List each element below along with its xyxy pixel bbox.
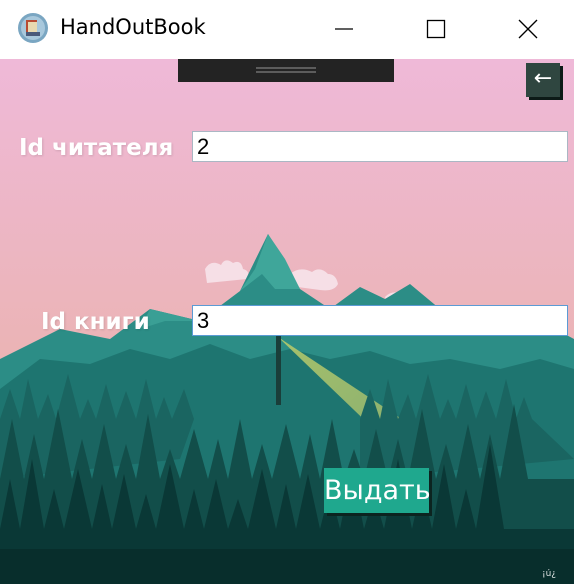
book-stack-icon [17, 12, 49, 44]
minimize-icon [335, 28, 353, 30]
close-icon [518, 19, 538, 39]
book-id-label: Id книги [41, 309, 150, 335]
reader-id-label: Id читателя [19, 135, 174, 161]
back-button[interactable]: ← [526, 63, 560, 97]
background-watermark: ¡ú¿ [542, 569, 557, 579]
back-arrow-icon: ← [533, 66, 553, 91]
title-bar[interactable]: HandOutBook [0, 0, 574, 59]
grip-line [256, 71, 316, 73]
minimize-button[interactable] [298, 0, 390, 59]
window-title: HandOutBook [60, 15, 206, 39]
close-button[interactable] [482, 0, 574, 59]
reader-id-input[interactable] [192, 131, 568, 162]
grip-line [256, 67, 316, 69]
drag-handle[interactable] [178, 59, 394, 82]
maximize-icon [426, 19, 446, 39]
content-area: ← Id читателя Id книги Выдать ¡ú¿ [0, 59, 574, 584]
issue-button[interactable]: Выдать [324, 468, 431, 513]
maximize-button[interactable] [390, 0, 482, 59]
app-window: HandOutBook ← Id читателя 2 Id книги 3 В… [0, 0, 574, 584]
book-id-input[interactable] [192, 305, 568, 336]
